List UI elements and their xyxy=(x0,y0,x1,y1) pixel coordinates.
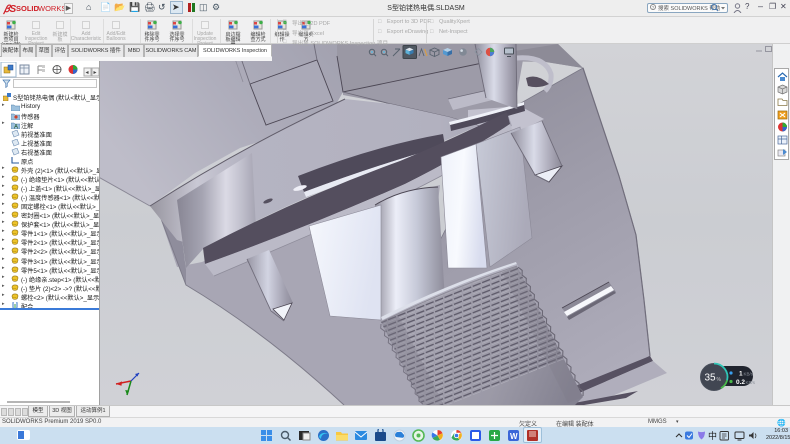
svg-text:W: W xyxy=(510,432,518,441)
svg-text:1: 1 xyxy=(739,371,743,378)
svg-text:KB/s: KB/s xyxy=(744,372,754,377)
svg-text:SOLID: SOLID xyxy=(16,4,40,13)
svg-text:%: % xyxy=(717,377,722,383)
svg-text:◂: ◂ xyxy=(86,70,89,76)
svg-text:A: A xyxy=(14,125,18,130)
svg-text:KB/s: KB/s xyxy=(746,380,756,385)
svg-text:▸: ▸ xyxy=(94,70,97,76)
svg-text:0.2: 0.2 xyxy=(736,379,745,386)
svg-text:中: 中 xyxy=(708,430,717,441)
svg-text:35: 35 xyxy=(705,373,717,384)
svg-text:𝛽S: 𝛽S xyxy=(2,4,16,15)
svg-text:WORKS: WORKS xyxy=(38,4,66,13)
